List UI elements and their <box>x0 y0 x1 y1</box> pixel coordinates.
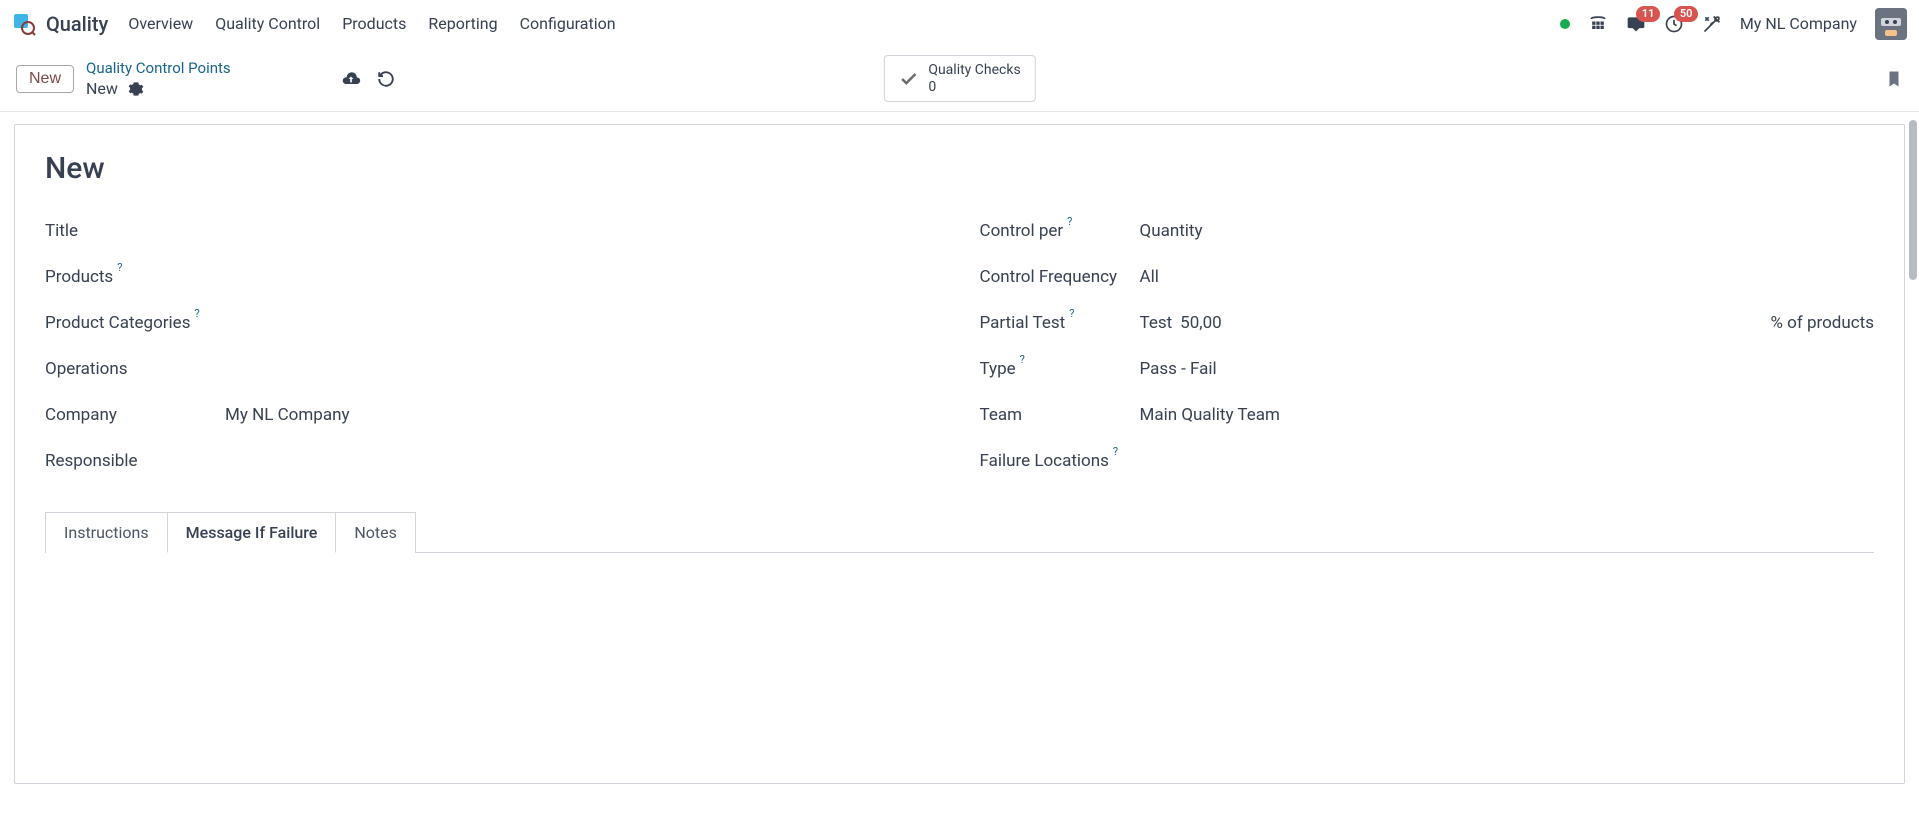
statbox-count: 0 <box>928 79 1020 96</box>
partial-test-value[interactable]: 50,00 <box>1180 313 1222 333</box>
form-sheet: New Title Products ? Product Categ <box>14 124 1905 784</box>
label-company: Company <box>45 405 225 425</box>
topbar-right: 11 50 My NL Company <box>1560 8 1907 40</box>
form-left-column: Title Products ? Product Categories ? <box>45 208 940 484</box>
tab-instructions[interactable]: Instructions <box>45 512 168 553</box>
label-responsible: Responsible <box>45 451 225 471</box>
label-team: Team <box>980 405 1140 425</box>
breadcrumb: Quality Control Points New <box>86 59 231 98</box>
menu-overview[interactable]: Overview <box>128 14 193 33</box>
label-operations: Operations <box>45 359 225 379</box>
help-icon[interactable]: ? <box>117 261 122 274</box>
label-product-categories: Product Categories ? <box>45 313 225 333</box>
activities-badge: 50 <box>1674 6 1699 22</box>
menu-reporting[interactable]: Reporting <box>428 14 497 33</box>
menu-configuration[interactable]: Configuration <box>520 14 616 33</box>
partial-test-prefix: Test <box>1140 313 1173 333</box>
help-icon[interactable]: ? <box>1069 307 1074 320</box>
app-name[interactable]: Quality <box>46 12 108 36</box>
field-control-frequency[interactable]: All <box>1140 267 1875 287</box>
check-icon <box>898 69 918 89</box>
label-title: Title <box>45 221 225 241</box>
field-type[interactable]: Pass - Fail <box>1140 359 1875 379</box>
gear-icon[interactable] <box>128 81 144 97</box>
messages-badge: 11 <box>1636 6 1661 22</box>
cloud-save-icon[interactable] <box>341 69 361 89</box>
menu-quality-control[interactable]: Quality Control <box>215 14 320 33</box>
avatar[interactable] <box>1875 8 1907 40</box>
tools-icon[interactable] <box>1702 14 1722 34</box>
tab-content[interactable] <box>45 552 1874 692</box>
top-navbar: Quality Overview Quality Control Product… <box>0 0 1919 48</box>
form-right-column: Control per ? Quantity Control Frequency… <box>980 208 1875 484</box>
bookmark-icon[interactable] <box>1885 68 1903 90</box>
field-company[interactable]: My NL Company <box>225 405 940 425</box>
field-control-per[interactable]: Quantity <box>1140 221 1875 241</box>
activities-icon[interactable]: 50 <box>1664 14 1684 34</box>
help-icon[interactable]: ? <box>1020 353 1025 366</box>
form-tabs: Instructions Message If Failure Notes <box>45 512 1874 553</box>
help-icon[interactable]: ? <box>1113 445 1118 458</box>
save-discard-icons <box>341 69 395 89</box>
tab-message-if-failure[interactable]: Message If Failure <box>167 512 337 553</box>
help-icon[interactable]: ? <box>1067 215 1072 228</box>
app-icon[interactable] <box>12 12 36 36</box>
menu-products[interactable]: Products <box>342 14 406 33</box>
apps-icon[interactable] <box>1588 14 1608 34</box>
partial-test-suffix: % of products <box>1770 313 1874 333</box>
breadcrumb-parent-link[interactable]: Quality Control Points <box>86 59 231 77</box>
label-control-frequency: Control Frequency <box>980 267 1140 287</box>
tab-notes[interactable]: Notes <box>335 512 416 553</box>
main-menu: Overview Quality Control Products Report… <box>128 14 615 33</box>
quality-checks-statbox[interactable]: Quality Checks 0 <box>883 55 1035 103</box>
field-partial-test[interactable]: Test 50,00 % of products <box>1140 313 1875 333</box>
label-failure-locations: Failure Locations ? <box>980 451 1140 471</box>
discard-icon[interactable] <box>377 70 395 88</box>
messages-icon[interactable]: 11 <box>1626 14 1646 34</box>
label-control-per: Control per ? <box>980 221 1140 241</box>
label-type: Type ? <box>980 359 1140 379</box>
label-products: Products ? <box>45 267 225 287</box>
company-switcher[interactable]: My NL Company <box>1740 14 1857 33</box>
scrollbar-thumb[interactable] <box>1909 120 1917 280</box>
control-bar: New Quality Control Points New Quality C… <box>0 48 1919 112</box>
statbox-label: Quality Checks <box>928 62 1020 79</box>
new-button[interactable]: New <box>16 65 74 93</box>
help-icon[interactable]: ? <box>194 307 199 320</box>
field-team[interactable]: Main Quality Team <box>1140 405 1875 425</box>
breadcrumb-current: New <box>86 79 118 98</box>
connection-status-icon <box>1560 19 1570 29</box>
record-title: New <box>45 151 1874 186</box>
label-partial-test: Partial Test ? <box>980 313 1140 333</box>
